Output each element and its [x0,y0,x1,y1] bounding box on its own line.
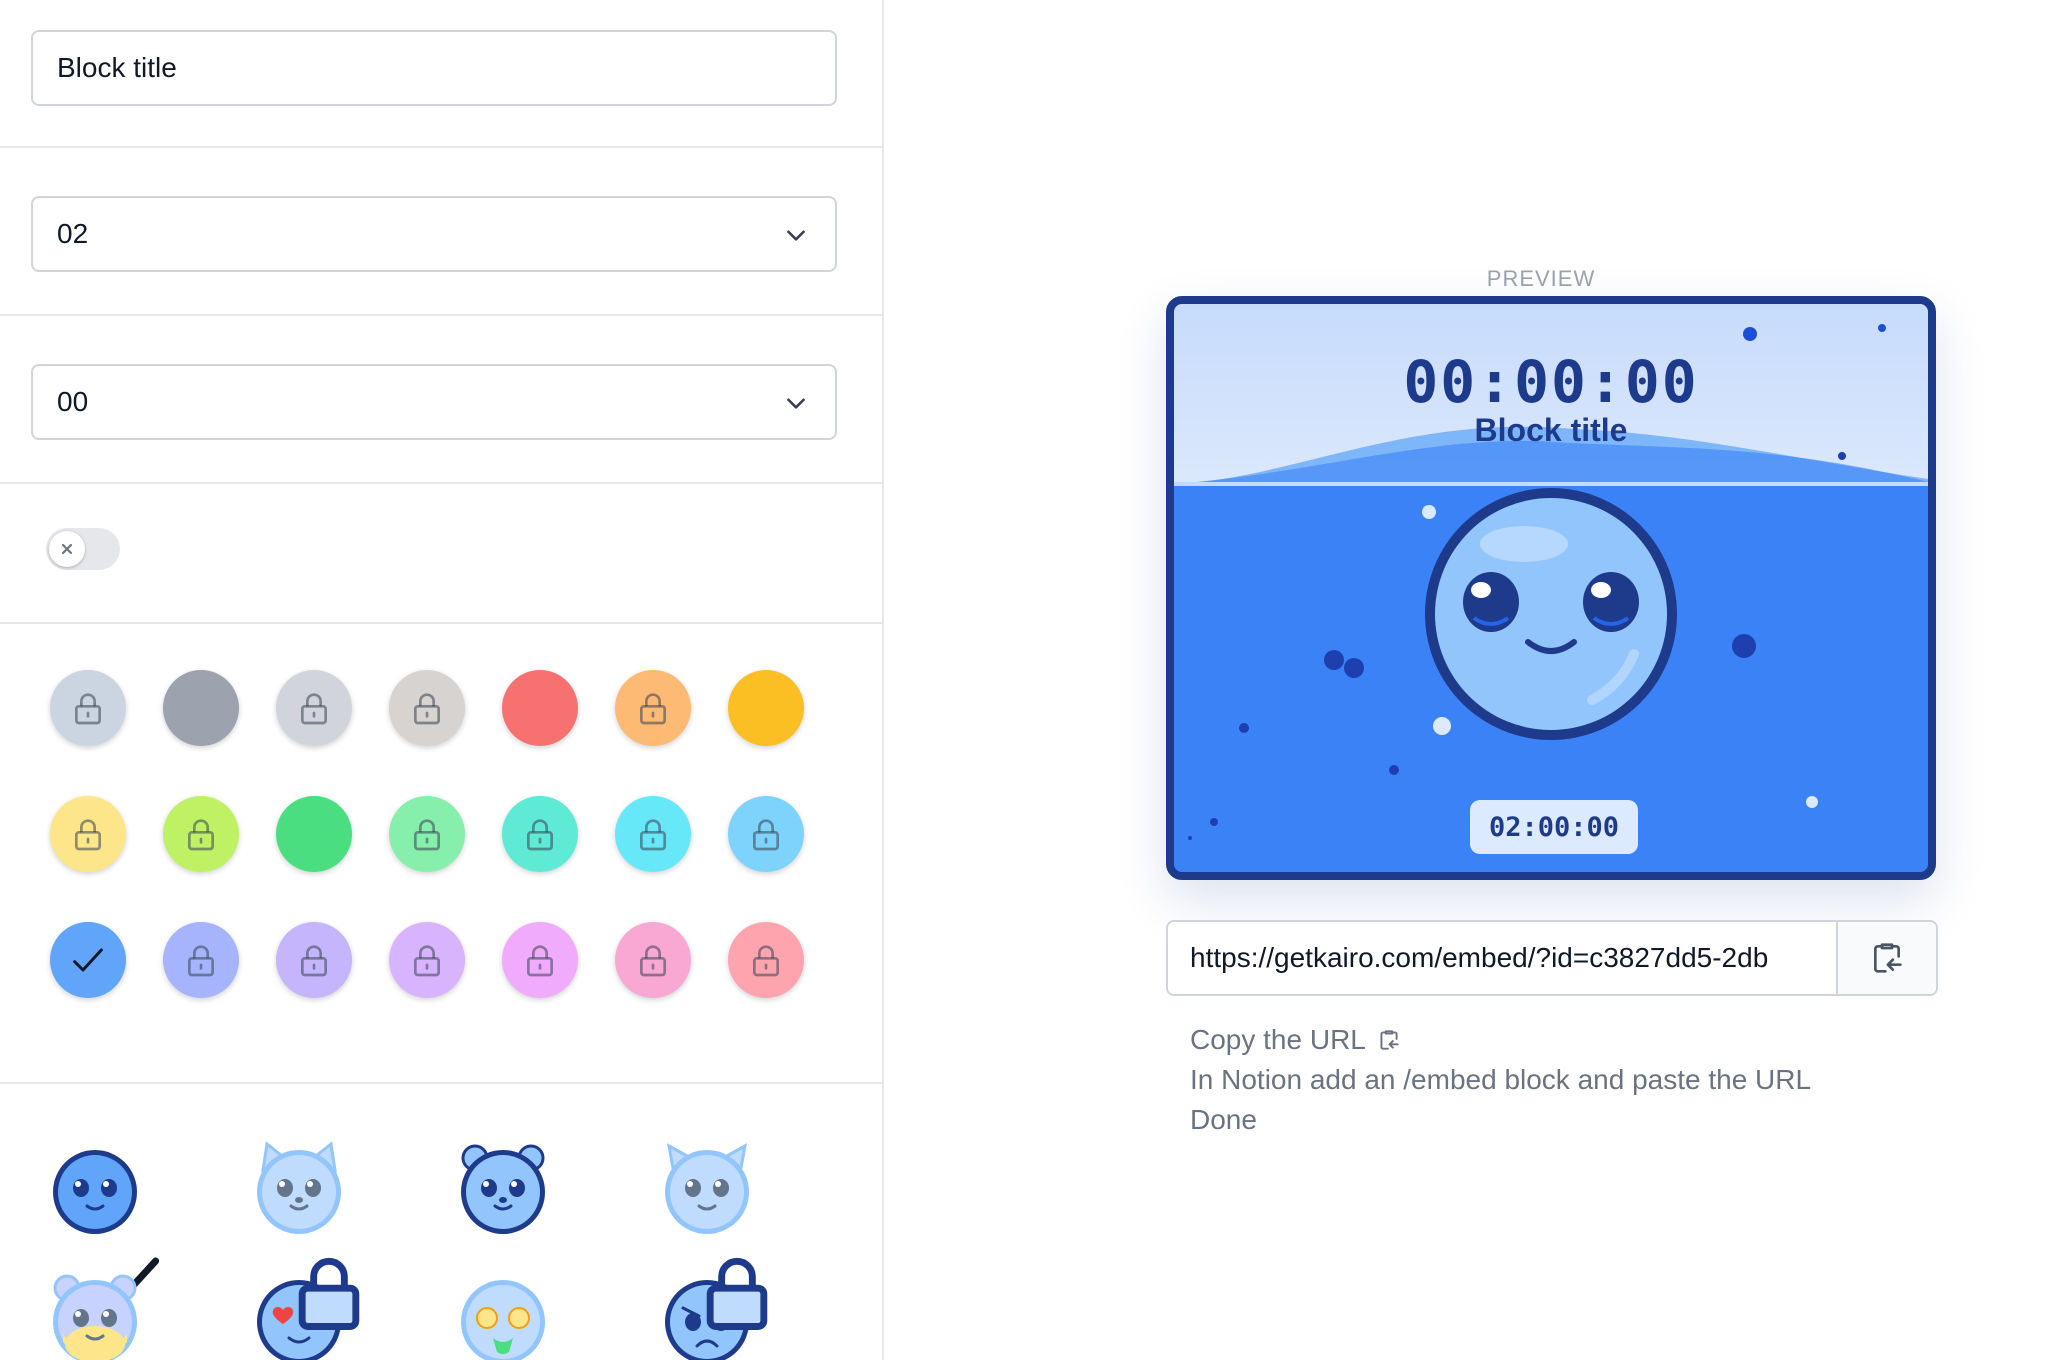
minutes-section: 00 [0,316,882,484]
color-swatch[interactable] [50,922,126,998]
lock-icon [527,819,553,851]
blob-face-icon [53,1150,137,1234]
lock-icon [640,819,666,851]
color-swatch[interactable] [502,670,578,746]
cat-face-icon [257,1141,341,1234]
color-swatch[interactable] [502,796,578,872]
hours-select-value: 02 [57,218,89,249]
title-field-wrapper [31,30,837,106]
color-swatch[interactable] [728,922,804,998]
preview-goal-time: 02:00:00 [1470,800,1638,854]
character-option[interactable] [49,1272,141,1360]
color-swatch[interactable] [502,922,578,998]
character-option[interactable] [253,1141,345,1234]
lock-icon [75,693,101,725]
copy-url-button[interactable] [1836,922,1936,994]
toggle-knob [49,531,85,567]
lock-icon [75,819,101,851]
color-swatch[interactable] [163,670,239,746]
color-section [0,624,882,1084]
embed-url-input[interactable] [1168,922,1836,994]
display-toggle[interactable] [46,528,120,570]
color-swatch[interactable] [389,796,465,872]
instruction-step-2: In Notion add an /embed block and paste … [1190,1060,1811,1100]
character-option[interactable] [457,1272,549,1360]
lock-icon [414,819,440,851]
color-swatch[interactable] [276,670,352,746]
lock-icon [301,693,327,725]
color-swatch[interactable] [615,670,691,746]
color-swatch[interactable] [728,796,804,872]
lock-icon [640,693,666,725]
instruction-step-text: In Notion add an /embed block and paste … [1190,1064,1812,1095]
preview-block-title: Block title [1474,412,1628,448]
color-swatch[interactable] [163,922,239,998]
color-swatch[interactable] [276,922,352,998]
checkmark-icon [73,948,103,972]
color-swatch[interactable] [389,922,465,998]
character-option[interactable] [49,1142,160,1311]
preview-label: PREVIEW [1486,266,1596,291]
lock-icon [188,819,214,851]
hours-select[interactable]: 02 [31,196,837,272]
preview-timer: 00:00:00 [1403,348,1699,416]
close-icon [61,543,73,555]
preview-widget: 00:00:00 Block title 02:00:00 [1166,296,1936,880]
instruction-step-text: Copy the URL [1190,1024,1366,1055]
checkmark-icon [79,1238,160,1311]
color-swatch[interactable] [163,796,239,872]
settings-panel: 02 00 [0,0,884,1360]
instruction-step-text: Done [1190,1104,1257,1135]
character-option[interactable] [457,1142,549,1234]
instruction-step-3: Done [1190,1100,1811,1140]
clipboard-copy-icon [1874,943,1902,973]
lock-icon [188,945,214,977]
lock-icon [640,945,666,977]
block-title-input[interactable] [57,52,811,84]
minutes-select-value: 00 [57,386,89,417]
color-swatch[interactable] [276,796,352,872]
lock-icon [527,945,553,977]
color-swatch[interactable] [728,670,804,746]
chevron-down-icon [787,398,805,409]
character-section [0,1084,882,1360]
color-swatch[interactable] [615,796,691,872]
color-swatch[interactable] [389,670,465,746]
lock-icon [283,1246,360,1330]
bear-face-icon [461,1144,545,1234]
lock-icon [753,945,779,977]
embed-instructions: Copy the URL In Notion add an /embed blo… [1190,1020,1811,1140]
owl-face-icon [665,1143,749,1234]
lock-icon [414,945,440,977]
character-option[interactable] [253,1257,360,1360]
character-option[interactable] [661,1142,753,1234]
embed-url-box [1166,920,1938,996]
title-section [0,0,882,148]
color-swatch[interactable] [50,796,126,872]
instruction-step-1: Copy the URL [1190,1020,1811,1060]
lock-icon [414,693,440,725]
lock-icon [691,1246,768,1330]
minutes-select[interactable]: 00 [31,364,837,440]
toggle-section [0,484,882,624]
money-face-icon [461,1280,545,1360]
clipboard-copy-icon [1380,1030,1399,1050]
character-option[interactable] [661,1257,768,1360]
color-swatch[interactable] [615,922,691,998]
color-swatch[interactable] [50,670,126,746]
lock-icon [753,819,779,851]
lock-icon [301,945,327,977]
chevron-down-icon [787,230,805,241]
hamster-face-icon [53,1274,137,1360]
hours-section: 02 [0,148,882,316]
